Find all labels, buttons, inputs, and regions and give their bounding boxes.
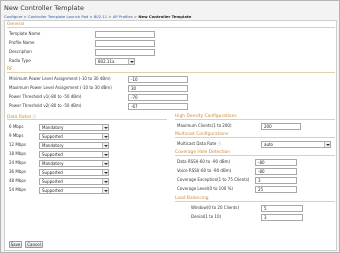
- rate-value: Mandatory: [42, 125, 64, 130]
- chevron-down-icon: [102, 143, 108, 148]
- rate-label-36: 36 Mbps: [9, 169, 26, 174]
- breadcrumb-link-configure[interactable]: Configure: [4, 14, 22, 19]
- breadcrumb-link-80211[interactable]: 802.11: [94, 14, 107, 19]
- coverage-exception-input[interactable]: [255, 177, 297, 184]
- template-name-input[interactable]: [95, 31, 155, 38]
- rate-label-18: 18 Mbps: [9, 151, 26, 156]
- chevron-down-icon: [102, 161, 108, 166]
- rate-value: Mandatory: [42, 161, 64, 166]
- section-multicast: Multicast Configurations: [175, 132, 335, 138]
- breadcrumb-separator: >: [23, 14, 27, 19]
- section-high-density: High Density Configurations: [175, 114, 335, 120]
- chevron-down-icon: [102, 152, 108, 157]
- rate-label-24: 24 Mbps: [9, 160, 26, 165]
- breadcrumb-separator: >: [133, 14, 138, 19]
- rate-label-54: 54 Mbps: [9, 187, 26, 192]
- section-coverage: Coverage Hole Detection: [175, 150, 335, 156]
- description-input[interactable]: [95, 49, 155, 56]
- info-icon[interactable]: ⓘ: [32, 114, 36, 120]
- voice-rssi-label: Voice RSSI(-60 to -90 dBm): [177, 168, 232, 173]
- chevron-down-icon: [324, 142, 330, 147]
- chevron-down-icon: [102, 134, 108, 139]
- rate-select-12[interactable]: Mandatory: [39, 142, 109, 149]
- rate-value: Supported: [42, 179, 63, 184]
- breadcrumb-separator: >: [89, 14, 93, 19]
- power-threshold-v2-label: Power Threshold v2(-80 to -50 dBm): [9, 103, 82, 108]
- form-panel: General Template Name Profile Name Descr…: [4, 20, 337, 251]
- rate-value: Supported: [42, 134, 63, 139]
- breadcrumb-link-ap-profiles[interactable]: AP Profiles: [113, 14, 133, 19]
- rate-value: Supported: [42, 170, 63, 175]
- rate-select-48[interactable]: Supported: [39, 178, 109, 185]
- coverage-level-input[interactable]: [255, 186, 297, 193]
- rate-label-9: 9 Mbps: [9, 133, 24, 138]
- section-general: General: [7, 22, 335, 28]
- min-power-input[interactable]: [128, 76, 188, 83]
- rate-value: Supported: [42, 152, 63, 157]
- save-button[interactable]: Save: [9, 241, 22, 248]
- max-clients-input[interactable]: [261, 123, 301, 130]
- multicast-rate-label: Multicast Data Rateⓘ: [177, 141, 221, 147]
- voice-rssi-input[interactable]: [255, 168, 297, 175]
- section-data-rates-title: Data Rates: [7, 115, 32, 120]
- rate-label-6: 6 Mbps: [9, 124, 24, 129]
- rate-label-12: 12 Mbps: [9, 142, 26, 147]
- multicast-rate-label-text: Multicast Data Rate: [177, 141, 217, 146]
- template-window: New Controller Template Configure > Cont…: [0, 0, 340, 253]
- lb-window-label: Window(0 to 20 Clients): [191, 205, 240, 210]
- lb-denial-input[interactable]: [261, 214, 303, 221]
- coverage-level-label: Coverage Level(0 to 100 %): [177, 186, 233, 191]
- max-power-label: Maximum Power Level Assignment (-10 to 3…: [9, 85, 112, 90]
- rate-select-18[interactable]: Supported: [39, 151, 109, 158]
- chevron-down-icon: [102, 125, 108, 130]
- coverage-exception-label: Coverage Exception(1 to 75 Clients): [177, 177, 250, 182]
- lb-denial-label: Denial(1 to 10): [191, 214, 222, 219]
- rate-value: Supported: [42, 188, 63, 193]
- radio-type-label: Radio Type: [9, 58, 31, 63]
- breadcrumb-link-launch-pad[interactable]: Controller Template Launch Pad: [28, 14, 88, 19]
- section-data-rates: Data Ratesⓘ: [7, 114, 167, 120]
- power-threshold-v2-input[interactable]: [128, 103, 188, 110]
- max-clients-label: Maximum Clients(1 to 200): [177, 123, 232, 128]
- radio-type-value: 802.11a: [98, 59, 115, 64]
- section-rf: RF: [7, 67, 335, 73]
- rate-select-9[interactable]: Supported: [39, 133, 109, 140]
- breadcrumb-current: New Controller Template: [138, 14, 192, 19]
- chevron-down-icon: [102, 188, 108, 193]
- data-rssi-input[interactable]: [255, 159, 297, 166]
- page-title: New Controller Template: [4, 4, 84, 12]
- multicast-rate-select[interactable]: auto: [261, 141, 331, 148]
- cancel-button[interactable]: Cancel: [25, 241, 43, 248]
- power-threshold-v1-label: Power Threshold v1(-80 to -50 dBm): [9, 94, 82, 99]
- profile-name-label: Profile Name: [9, 40, 35, 45]
- breadcrumb-separator: >: [108, 14, 112, 19]
- template-name-label: Template Name: [9, 31, 41, 36]
- data-rssi-label: Data RSSI(-60 to -90 dBm): [177, 159, 231, 164]
- rate-label-48: 48 Mbps: [9, 178, 26, 183]
- multicast-rate-value: auto: [264, 142, 274, 147]
- rate-select-24[interactable]: Mandatory: [39, 160, 109, 167]
- description-label: Description: [9, 49, 32, 54]
- rate-select-6[interactable]: Mandatory: [39, 124, 109, 131]
- rate-select-54[interactable]: Supported: [39, 187, 109, 194]
- max-power-input[interactable]: [128, 85, 188, 92]
- lb-window-input[interactable]: [261, 205, 303, 212]
- profile-name-input[interactable]: [95, 40, 155, 47]
- chevron-down-icon: [128, 59, 134, 64]
- info-icon[interactable]: ⓘ: [217, 141, 221, 147]
- radio-type-select[interactable]: 802.11a: [95, 58, 135, 65]
- rate-select-36[interactable]: Supported: [39, 169, 109, 176]
- power-threshold-v1-input[interactable]: [128, 94, 188, 101]
- min-power-label: Minimum Power Level Assignment (-10 to 3…: [9, 76, 111, 81]
- breadcrumb: Configure > Controller Template Launch P…: [4, 14, 191, 19]
- rate-value: Mandatory: [42, 143, 64, 148]
- chevron-down-icon: [102, 170, 108, 175]
- section-load-balancing: Load Balancing: [175, 196, 335, 202]
- chevron-down-icon: [102, 179, 108, 184]
